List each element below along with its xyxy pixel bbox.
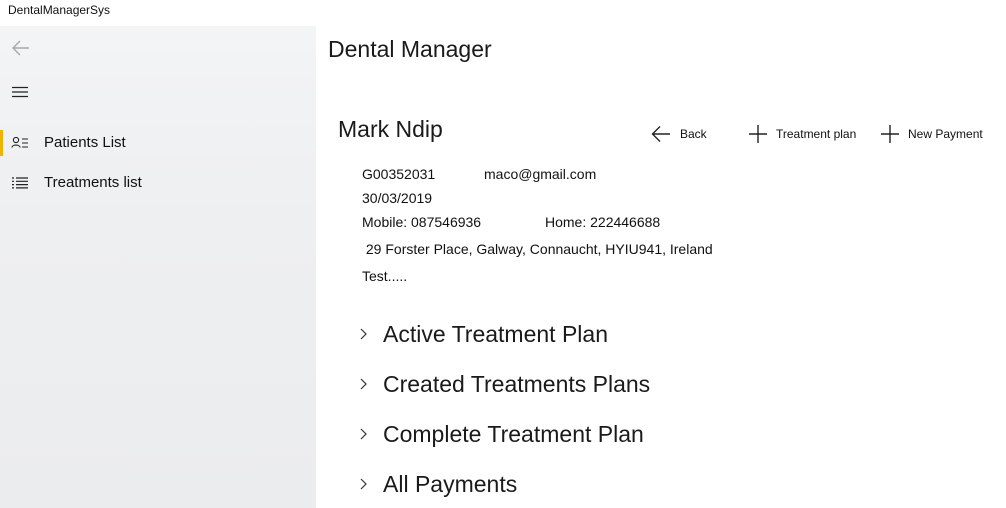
bulleted-list-icon — [12, 177, 28, 189]
patient-email: maco@gmail.com — [484, 166, 597, 182]
nav-item-label: Treatments list — [44, 174, 142, 191]
contact-list-icon — [11, 136, 28, 148]
chevron-right-icon — [360, 378, 367, 390]
patient-name: Mark Ndip — [338, 116, 443, 142]
patient-id: G00352031 — [362, 166, 436, 182]
add-icon — [749, 125, 767, 143]
app-title: DentalManagerSys — [8, 3, 111, 17]
new-payment-button[interactable]: New Payment — [880, 122, 983, 146]
chevron-right-icon — [360, 478, 367, 490]
page-title: Dental Manager — [328, 36, 492, 62]
back-button-label: Back — [680, 127, 707, 141]
navigation-pane: Patients List Treatments list — [0, 26, 316, 508]
section-label: All Payments — [383, 470, 518, 497]
patient-mobile: Mobile: 087546936 — [362, 214, 482, 230]
add-icon — [881, 125, 899, 143]
back-arrow-icon — [651, 126, 670, 142]
section-active-treatment-plan[interactable]: Active Treatment Plan — [356, 317, 608, 351]
section-created-treatments-plans[interactable]: Created Treatments Plans — [356, 367, 650, 401]
section-label: Active Treatment Plan — [383, 320, 608, 347]
selection-indicator — [0, 130, 3, 156]
nav-back-button[interactable] — [10, 38, 32, 58]
nav-item-treatments-list[interactable]: Treatments list — [0, 163, 316, 203]
patient-notes: Test..... — [362, 268, 408, 284]
treatment-plan-button[interactable]: Treatment plan — [748, 122, 856, 146]
nav-item-label: Patients List — [44, 134, 126, 151]
main-content: Dental Manager Mark Ndip Back Treatment … — [316, 26, 1006, 508]
back-button[interactable]: Back — [650, 122, 707, 146]
section-all-payments[interactable]: All Payments — [356, 467, 517, 501]
chevron-right-icon — [360, 428, 367, 440]
treatment-plan-button-label: Treatment plan — [776, 127, 857, 141]
hamburger-icon — [12, 86, 28, 98]
patient-address: 29 Forster Place, Galway, Connaucht, HYI… — [362, 241, 713, 257]
chevron-right-icon — [360, 328, 367, 340]
section-complete-treatment-plan[interactable]: Complete Treatment Plan — [356, 417, 644, 451]
title-bar: DentalManagerSys — [0, 0, 1006, 24]
patient-date: 30/03/2019 — [362, 190, 433, 206]
menu-toggle-button[interactable] — [10, 82, 32, 102]
back-arrow-icon — [12, 40, 29, 56]
nav-item-patients-list[interactable]: Patients List — [0, 123, 316, 163]
section-label: Created Treatments Plans — [383, 370, 651, 397]
section-label: Complete Treatment Plan — [383, 420, 644, 447]
patient-home-phone: Home: 222446688 — [545, 214, 661, 230]
new-payment-button-label: New Payment — [908, 127, 983, 141]
